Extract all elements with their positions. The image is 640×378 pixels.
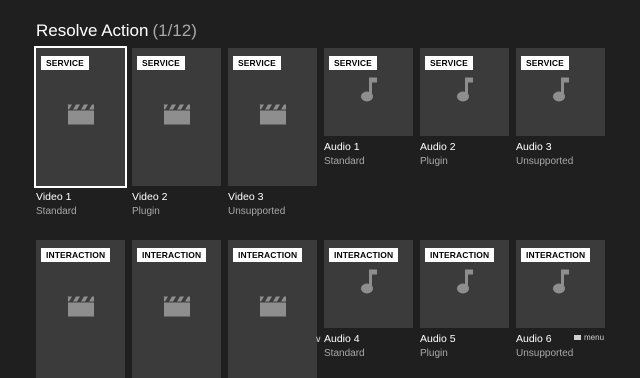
action-category-badge: INTERACTION — [521, 248, 591, 262]
menu-key-icon — [574, 335, 581, 340]
action-category-badge: INTERACTION — [425, 248, 495, 262]
action-thumbnail[interactable]: SERVICE — [420, 48, 509, 136]
action-type: Unsupported — [516, 156, 574, 167]
action-category-badge: SERVICE — [41, 56, 89, 70]
action-name: Audio 5 — [420, 333, 456, 345]
action-type: Unsupported — [228, 206, 286, 217]
action-category-badge: INTERACTION — [41, 248, 111, 262]
action-name: Video 3 — [228, 191, 264, 203]
music-note-icon — [360, 269, 378, 300]
action-thumbnail[interactable]: INTERACTION — [36, 240, 125, 378]
action-category-badge: SERVICE — [425, 56, 473, 70]
menu-hint: menu — [574, 333, 604, 342]
action-category-badge: SERVICE — [233, 56, 281, 70]
action-grid: SERVICE Video 1 Standard SERVICE Video 2 Plug… — [0, 0, 640, 378]
action-thumbnail[interactable]: SERVICE — [34, 46, 127, 188]
action-thumbnail[interactable]: INTERACTION — [228, 240, 317, 378]
action-type: Standard — [324, 348, 365, 359]
action-name: Video 2 — [132, 191, 168, 203]
clapperboard-icon — [259, 104, 287, 131]
action-thumbnail[interactable]: INTERACTION — [324, 240, 413, 328]
action-category-badge: SERVICE — [137, 56, 185, 70]
music-note-icon — [456, 77, 474, 108]
action-thumbnail[interactable]: INTERACTION — [420, 240, 509, 328]
clapperboard-icon — [163, 104, 191, 131]
clapperboard-icon — [259, 296, 287, 323]
action-name: Video 1 — [36, 191, 72, 203]
action-name: Audio 6 — [516, 333, 552, 345]
action-type: Plugin — [132, 206, 160, 217]
action-type: Standard — [324, 156, 365, 167]
music-note-icon — [552, 269, 570, 300]
music-note-icon — [456, 269, 474, 300]
chevron-down-icon: ∨ — [315, 334, 322, 344]
clapperboard-icon — [67, 104, 95, 131]
action-thumbnail[interactable]: SERVICE — [228, 48, 317, 186]
action-name: Audio 3 — [516, 141, 552, 153]
action-thumbnail[interactable]: INTERACTION — [516, 240, 605, 328]
action-thumbnail[interactable]: SERVICE — [516, 48, 605, 136]
action-thumbnail[interactable]: SERVICE — [324, 48, 413, 136]
music-note-icon — [552, 77, 570, 108]
action-name: Audio 1 — [324, 141, 360, 153]
action-thumbnail[interactable]: SERVICE — [132, 48, 221, 186]
action-category-badge: INTERACTION — [233, 248, 303, 262]
action-thumbnail[interactable]: INTERACTION — [132, 240, 221, 378]
action-name: Audio 2 — [420, 141, 456, 153]
menu-hint-label: menu — [584, 333, 605, 342]
clapperboard-icon — [67, 296, 95, 323]
action-type: Plugin — [420, 156, 448, 167]
action-name: Audio 4 — [324, 333, 360, 345]
action-category-badge: SERVICE — [329, 56, 377, 70]
music-note-icon — [360, 77, 378, 108]
action-type: Standard — [36, 206, 77, 217]
action-type: Unsupported — [516, 348, 574, 359]
action-type: Plugin — [420, 348, 448, 359]
action-category-badge: SERVICE — [521, 56, 569, 70]
clapperboard-icon — [163, 296, 191, 323]
action-category-badge: INTERACTION — [329, 248, 399, 262]
action-category-badge: INTERACTION — [137, 248, 207, 262]
